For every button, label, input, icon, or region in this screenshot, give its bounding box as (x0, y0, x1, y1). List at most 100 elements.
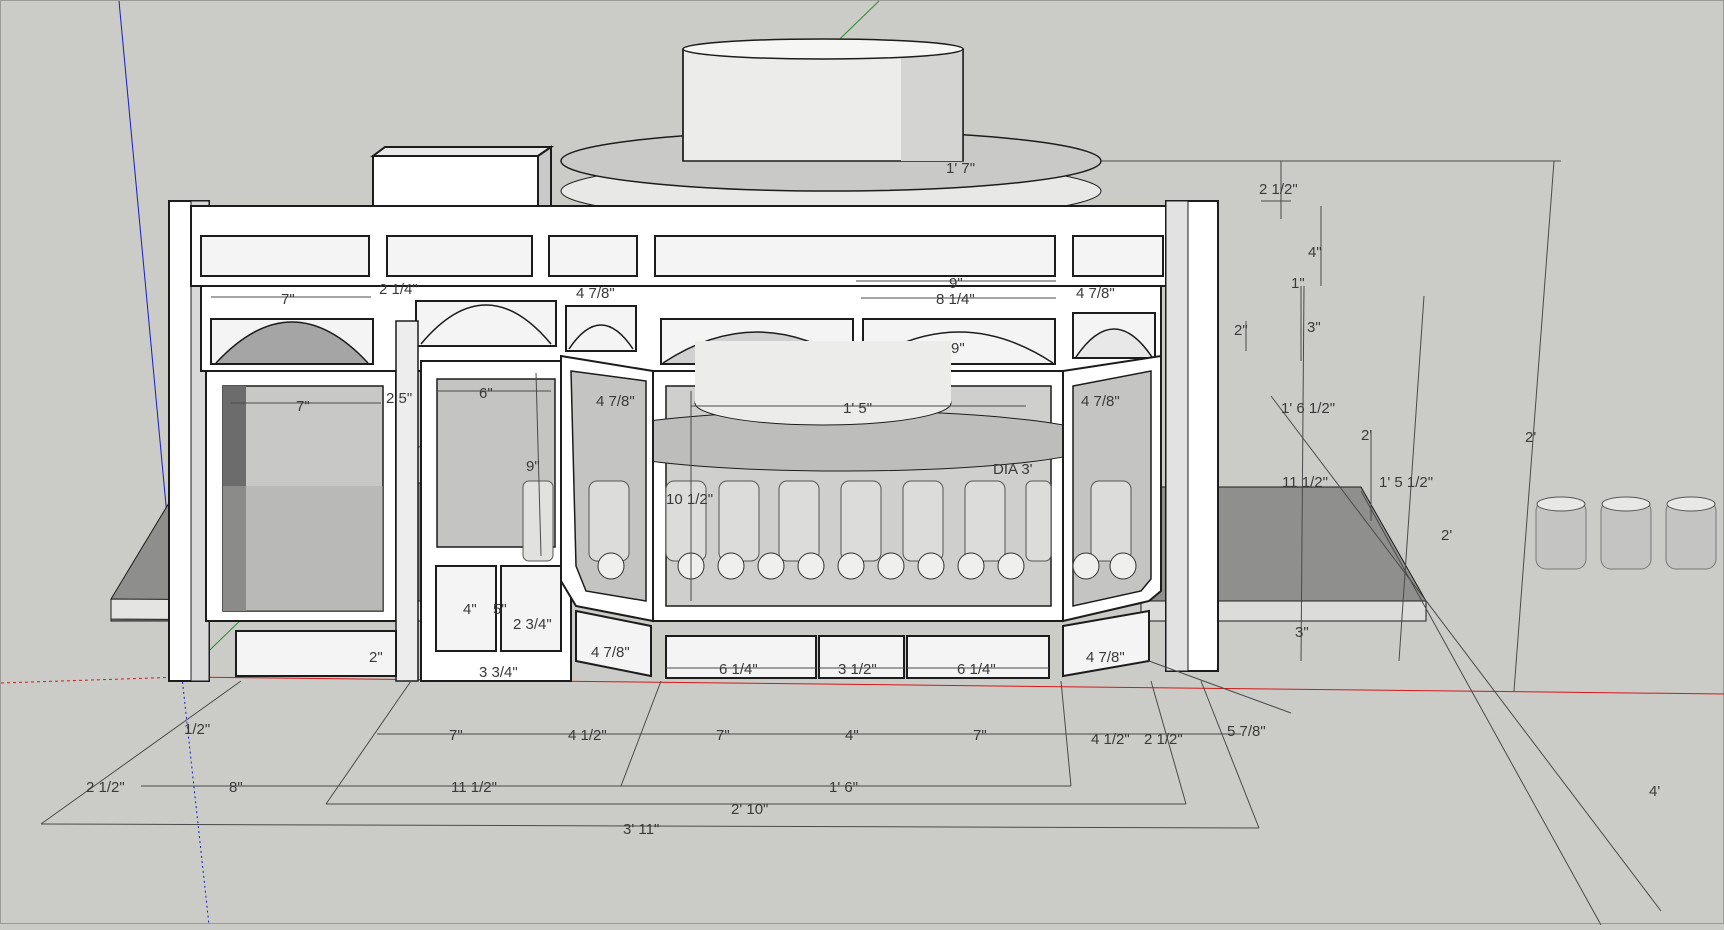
dim-line (1513, 160, 1555, 692)
model-drawing[interactable]: 1' 7" 2 1/2" 4" 1" 3" 2" 2' 1' 6 1/2" 2'… (0, 0, 1724, 926)
jar-lid (837, 552, 865, 580)
dim-label: 7" (296, 398, 310, 415)
loose-jar-lid (1601, 496, 1651, 512)
top-panel-5 (1072, 235, 1164, 277)
dim-label: 2' 10" (731, 801, 768, 818)
dim-label: 7" (449, 727, 463, 744)
dim-label: 8" (229, 779, 243, 796)
dim-label: 5" (493, 601, 507, 618)
dim-label: 3' 11" (623, 821, 659, 838)
dim-label: 1' 5" (843, 400, 872, 417)
dim-label: 7" (973, 727, 987, 744)
dim-label: 2 3/4" (513, 616, 552, 633)
dim-label: 1' 6" (829, 779, 858, 796)
top-panel-3 (548, 235, 638, 277)
top-panel-4 (654, 235, 1056, 277)
dim-label: 7" (716, 727, 730, 744)
dim-label: 4 7/8" (596, 393, 635, 410)
top-panel-1 (200, 235, 370, 277)
dim-label: 9" (951, 340, 965, 357)
dim-label: 2 1/2" (1144, 731, 1183, 748)
dim-label: 10 1/2" (666, 491, 713, 508)
door-panel-right (500, 565, 562, 652)
jar-lid (917, 552, 945, 580)
loose-jar-lid (1666, 496, 1716, 512)
dim-label: 4 7/8" (1086, 649, 1125, 666)
right-pillar-shade (1165, 200, 1189, 672)
dim-label: 9" (949, 275, 963, 292)
jar (718, 480, 760, 562)
dim-label: 1' 6 1/2" (1281, 400, 1335, 417)
dim-label: 3" (1307, 319, 1321, 336)
left-window-floor (223, 486, 383, 611)
dim-label: 2' (1361, 427, 1372, 444)
dim-line (1148, 660, 1292, 714)
top-panel-2 (386, 235, 533, 277)
z-axis-below (181, 676, 210, 926)
dim-label: DIA 3' (993, 461, 1033, 478)
jar-lid (877, 552, 905, 580)
dim-label: 4 1/2" (1091, 731, 1130, 748)
dim-label: 6 1/4" (957, 661, 996, 678)
dim-label: 2 5" (386, 390, 412, 407)
jar (964, 480, 1006, 562)
dim-label: 2' (1525, 429, 1536, 446)
jar (840, 480, 882, 562)
dim-label: 4" (845, 727, 859, 744)
jar-lid (957, 552, 985, 580)
jar (778, 480, 820, 562)
jar-lid (717, 552, 745, 580)
inner-cylinder (695, 341, 951, 403)
dim-label: 3 3/4" (479, 664, 518, 681)
dim-label: 4' (1649, 783, 1660, 800)
top-cylinder-shade (901, 49, 963, 161)
dim-label: 11 1/2" (1282, 474, 1328, 491)
dim-label: 4 7/8" (591, 644, 630, 661)
jar-lid (757, 552, 785, 580)
dim-label: 2 1/2" (1259, 181, 1298, 198)
loose-jars (1535, 496, 1717, 570)
dim-label: 2" (369, 649, 383, 666)
jar-lid (1109, 552, 1137, 580)
jar-lid (1072, 552, 1100, 580)
jar (588, 480, 630, 562)
dim-label: 1/2" (184, 721, 210, 738)
narrow-post (395, 320, 419, 682)
dim-label: 4 1/2" (568, 727, 607, 744)
dim-label: 6 1/4" (719, 661, 758, 678)
jar-lid (597, 552, 625, 580)
dim-label: 7" (281, 291, 295, 308)
top-box-top (370, 146, 555, 157)
dim-label: 9" (526, 458, 540, 475)
jar (902, 480, 944, 562)
dim-label: 11 1/2" (451, 779, 497, 796)
dim-label: 1' 7" (946, 160, 975, 177)
jar-lid (797, 552, 825, 580)
dim-label: 2 1/2" (86, 779, 125, 796)
dim-line (1270, 395, 1662, 912)
jar (1025, 480, 1052, 562)
dim-label: 3" (1295, 624, 1309, 641)
dim-line (1200, 680, 1260, 829)
dim-label: 4" (463, 601, 477, 618)
x-axis-neg (0, 676, 183, 684)
dim-label: 4 7/8" (1076, 285, 1115, 302)
jar (1090, 480, 1132, 562)
dim-label: 2' (1441, 527, 1452, 544)
dim-label: 2" (1234, 322, 1248, 339)
dim-label: 8 1/4" (936, 291, 975, 308)
jar (522, 480, 554, 562)
dim-line (40, 680, 242, 825)
sketchup-viewport[interactable]: 1' 7" 2 1/2" 4" 1" 3" 2" 2' 1' 6 1/2" 2'… (0, 0, 1724, 926)
dim-label: 6" (479, 385, 493, 402)
dim-label: 4 7/8" (576, 285, 615, 302)
dim-label: 2 1/4" (379, 281, 418, 298)
top-cylinder-cap (682, 38, 964, 60)
dim-label: 4" (1308, 244, 1322, 261)
dim-label: 1" (1291, 275, 1305, 292)
dim-label: 3 1/2" (838, 661, 877, 678)
dim-label: 5 7/8" (1227, 723, 1266, 740)
dim-label: 4 7/8" (1081, 393, 1120, 410)
dim-label: 1' 5 1/2" (1379, 474, 1433, 491)
base-bay-right (1062, 609, 1150, 678)
